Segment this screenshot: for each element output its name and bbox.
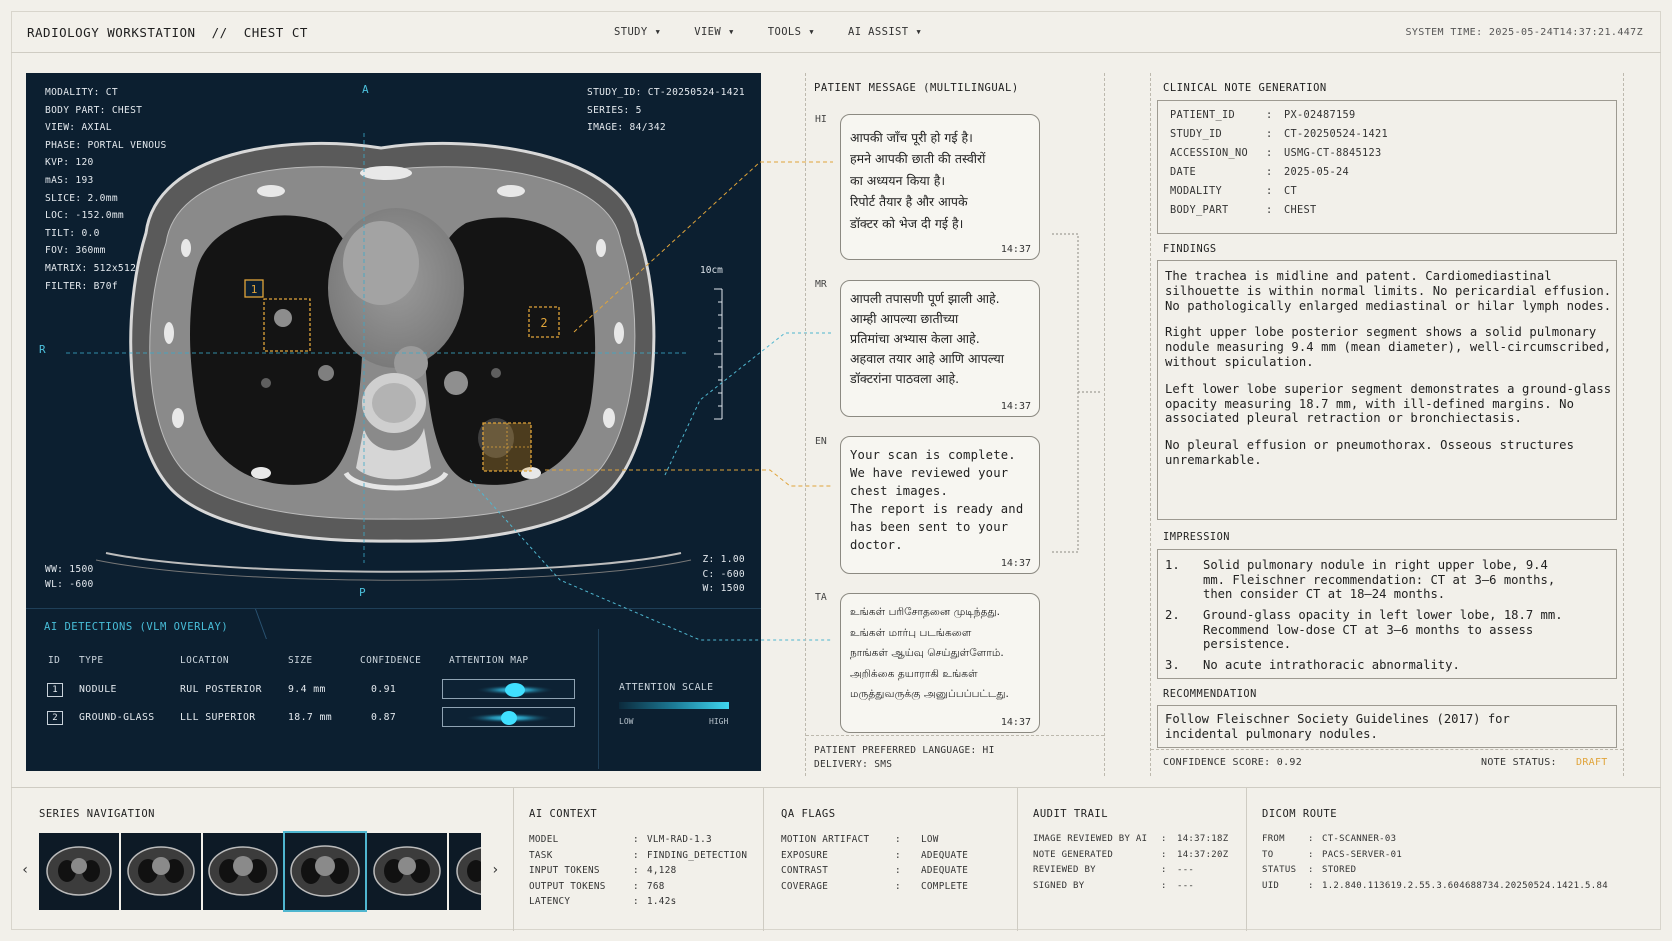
lang-tag-mr: MR xyxy=(815,279,827,290)
note-status-value[interactable]: DRAFT xyxy=(1576,757,1608,768)
impression-title: IMPRESSION xyxy=(1163,531,1230,543)
chevron-right-icon[interactable]: › xyxy=(491,862,499,878)
message-bubble-en[interactable]: Your scan is complete. We have reviewed y… xyxy=(840,436,1040,574)
series-thumbnail-5[interactable] xyxy=(367,833,447,910)
qa-flags-title: QA FLAGS xyxy=(781,808,836,820)
message-bubble-hi[interactable]: आपकी जाँच पूरी हो गई है। हमने आपकी छाती क… xyxy=(840,114,1040,260)
recommendation-text: Follow Fleischner Society Guidelines (20… xyxy=(1165,712,1510,741)
meta-date: DATE:2025-05-24 xyxy=(1170,166,1349,178)
series-thumbnail-3[interactable] xyxy=(203,833,283,910)
meta-accession: ACCESSION_NO: USMG-CT-8845123 xyxy=(1170,147,1382,159)
lang-tag-ta: TA xyxy=(815,592,827,603)
bottom-panel: SERIES NAVIGATION ‹ › AI CONTEXT MODEL: V… xyxy=(11,787,1661,931)
patient-message-panel: PATIENT MESSAGE (MULTILINGUAL) HI आपकी ज… xyxy=(805,73,1105,776)
findings-box[interactable]: The trachea is midline and patent. Cardi… xyxy=(1157,260,1617,520)
preferred-language: PATIENT PREFERRED LANGUAGE: HI xyxy=(814,745,995,756)
message-text-mr: आपली तपासणी पूर्ण झाली आहे. आम्ही आपल्या … xyxy=(850,291,1005,386)
audit-trail-title: AUDIT TRAIL xyxy=(1033,808,1109,820)
series-thumbnail-4-active[interactable] xyxy=(283,831,367,912)
qa-flags-list: MOTION ARTIFACT: LOW EXPOSURE: ADEQUATE CO… xyxy=(781,834,969,892)
ai-context-list: MODEL: VLM-RAD-1.3 TASK: FINDING_DETECTION… xyxy=(529,834,748,907)
series-thumbnail-6[interactable] xyxy=(449,833,481,910)
divider xyxy=(513,788,514,931)
note-meta-box: PATIENT_ID: PX-02487159 STUDY_ID: CT-20250… xyxy=(1157,100,1617,234)
meta-study-id: STUDY_ID: CT-20250524-1421 xyxy=(1170,128,1388,140)
message-text-hi: आपकी जाँच पूरी हो गई है। हमने आपकी छाती क… xyxy=(850,130,986,231)
patient-message-title: PATIENT MESSAGE (MULTILINGUAL) xyxy=(814,82,1019,94)
meta-body-part: BODY_PART: CHEST xyxy=(1170,204,1317,216)
series-thumbnail-2[interactable] xyxy=(121,833,201,910)
divider xyxy=(763,788,764,931)
findings-title: FINDINGS xyxy=(1163,243,1217,255)
message-time-mr: 14:37 xyxy=(1000,401,1031,412)
meta-modality: MODALITY: CT xyxy=(1170,185,1297,197)
chevron-left-icon[interactable]: ‹ xyxy=(21,862,29,878)
lang-tag-en: EN xyxy=(815,436,827,447)
ai-context-title: AI CONTEXT xyxy=(529,808,598,820)
note-status-label: NOTE STATUS: xyxy=(1481,757,1557,768)
dicom-route-list: FROM: CT-SCANNER-03 TO: PACS-SERVER-01 STA… xyxy=(1262,834,1608,891)
impression-item-1: 1. Solid pulmonary nodule in right upper … xyxy=(1165,558,1556,602)
message-text-ta: உங்கள் பரிசோதனை முடிந்தது. உங்கள் மார்பு … xyxy=(850,606,1009,701)
clinical-note-title: CLINICAL NOTE GENERATION xyxy=(1163,82,1327,94)
impression-item-2: 2. Ground-glass opacity in left lower lob… xyxy=(1165,608,1563,652)
divider xyxy=(1246,788,1247,931)
message-text-en: Your scan is complete. We have reviewed y… xyxy=(850,448,1024,552)
confidence-score: CONFIDENCE SCORE: 0.92 xyxy=(1163,757,1303,768)
recommendation-title: RECOMMENDATION xyxy=(1163,688,1257,700)
recommendation-box[interactable]: Follow Fleischner Society Guidelines (20… xyxy=(1157,705,1617,748)
lang-tag-hi: HI xyxy=(815,114,827,125)
dicom-route-title: DICOM ROUTE xyxy=(1262,808,1338,820)
message-time-en: 14:37 xyxy=(1000,558,1031,569)
clinical-note-panel: CLINICAL NOTE GENERATION PATIENT_ID: PX-0… xyxy=(1150,73,1624,776)
delivery-method: DELIVERY: SMS xyxy=(814,758,893,770)
findings-text: The trachea is midline and patent. Cardi… xyxy=(1165,269,1612,467)
audit-trail-list: IMAGE REVIEWED BY AI:14:37:18Z NOTE GENE… xyxy=(1033,834,1229,891)
message-time-hi: 14:37 xyxy=(1000,244,1031,255)
series-navigation-title: SERIES NAVIGATION xyxy=(39,808,155,820)
divider xyxy=(1017,788,1018,931)
meta-patient-id: PATIENT_ID: PX-02487159 xyxy=(1170,109,1356,121)
note-footer: CONFIDENCE SCORE: 0.92 NOTE STATUS: DRAF… xyxy=(1151,749,1623,768)
series-thumbnail-1[interactable] xyxy=(39,833,119,910)
message-time-ta: 14:37 xyxy=(1000,717,1031,728)
message-footer: PATIENT PREFERRED LANGUAGE: HI DELIVERY:… xyxy=(806,735,1104,779)
message-bubble-mr[interactable]: आपली तपासणी पूर्ण झाली आहे. आम्ही आपल्या … xyxy=(840,280,1040,417)
impression-item-3: 3. No acute intrathoracic abnormality. xyxy=(1165,658,1460,672)
impression-box[interactable]: 1. Solid pulmonary nodule in right upper … xyxy=(1157,549,1617,679)
message-bubble-ta[interactable]: உங்கள் பரிசோதனை முடிந்தது. உங்கள் மார்பு … xyxy=(840,593,1040,733)
